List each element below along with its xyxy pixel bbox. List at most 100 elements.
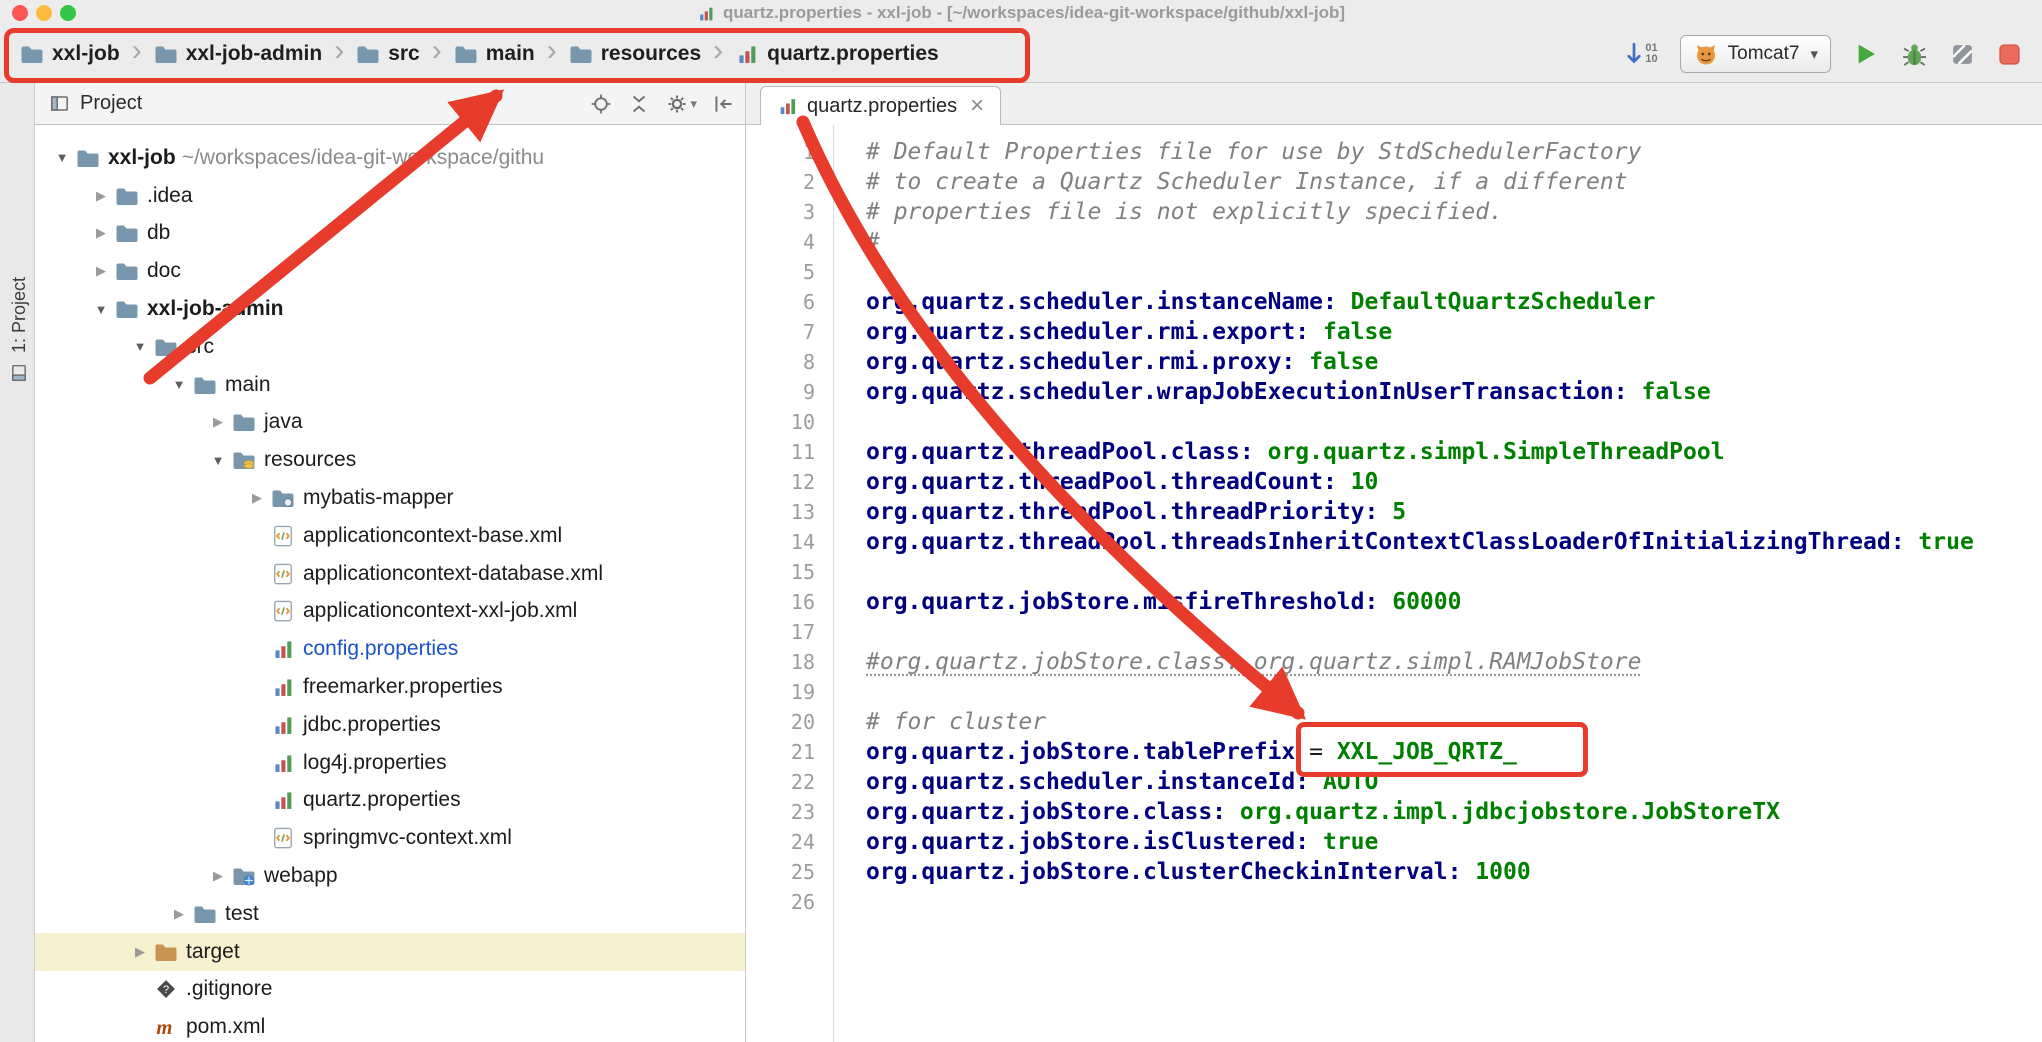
hide-panel-button[interactable] bbox=[713, 93, 735, 115]
minimize-window-button[interactable] bbox=[36, 5, 52, 21]
debug-button[interactable] bbox=[1901, 41, 1928, 68]
project-panel-icon bbox=[10, 363, 28, 383]
line-number: 26 bbox=[746, 887, 833, 917]
tree-item-springmvc-context.xml[interactable]: springmvc-context.xml bbox=[35, 819, 745, 857]
tree-item-pom.xml[interactable]: mpom.xml bbox=[35, 1008, 745, 1042]
editor[interactable]: 1234567891011121314151617181920212223242… bbox=[746, 125, 2042, 1042]
run-button[interactable] bbox=[1853, 41, 1879, 67]
svg-text:?: ? bbox=[163, 985, 169, 997]
tree-item-jdbc.properties[interactable]: jdbc.properties bbox=[35, 706, 745, 744]
code-token: false bbox=[1323, 319, 1392, 345]
chevron-collapsed-icon[interactable]: ▶ bbox=[243, 490, 271, 506]
code-token: org.quartz.threadPool.threadsInheritCont… bbox=[866, 529, 1905, 555]
tree-item-freemarker.properties[interactable]: freemarker.properties bbox=[35, 668, 745, 706]
tree-item-xxl-job-admin[interactable]: ▼ xxl-job-admin bbox=[35, 290, 745, 328]
tree-item-src[interactable]: ▼src bbox=[35, 328, 745, 366]
tree-item-java[interactable]: ▶ java bbox=[35, 404, 745, 442]
line-number: 21 bbox=[746, 737, 833, 767]
coverage-button[interactable] bbox=[1950, 42, 1975, 67]
breadcrumb-item-xxl-job-admin[interactable]: xxl-job-admin bbox=[154, 42, 323, 66]
chevron-collapsed-icon[interactable]: ▶ bbox=[87, 263, 115, 279]
tree-item-applicationcontext-xxl-job.xml[interactable]: applicationcontext-xxl-job.xml bbox=[35, 593, 745, 631]
stop-button[interactable] bbox=[1997, 42, 2022, 67]
chevron-collapsed-icon[interactable]: ▶ bbox=[126, 944, 154, 960]
breadcrumb-item-main[interactable]: main bbox=[454, 42, 535, 66]
editor-tab-bar: quartz.properties × bbox=[746, 83, 2042, 125]
code-token bbox=[1295, 349, 1309, 375]
code-line: org.quartz.threadPool.threadPriority: 5 bbox=[866, 497, 2042, 527]
close-tab-icon[interactable]: × bbox=[970, 94, 984, 118]
tree-item-label: xxl-job-admin bbox=[147, 297, 284, 321]
folder-resources-icon bbox=[232, 449, 256, 471]
tree-item-webapp[interactable]: ▶webapp bbox=[35, 857, 745, 895]
chevron-collapsed-icon[interactable]: ▶ bbox=[204, 414, 232, 430]
line-number: 9 bbox=[746, 377, 833, 407]
tab-quartz-properties[interactable]: quartz.properties × bbox=[760, 86, 1001, 125]
chevron-collapsed-icon[interactable]: ▶ bbox=[87, 225, 115, 241]
chevron-collapsed-icon[interactable]: ▶ bbox=[87, 188, 115, 204]
chevron-expanded-icon[interactable]: ▼ bbox=[87, 302, 115, 317]
tree-item-mybatis-mapper[interactable]: ▶mybatis-mapper bbox=[35, 479, 745, 517]
code-token: org.quartz.scheduler.rmi.proxy: bbox=[866, 349, 1295, 375]
run-configuration-select[interactable]: Tomcat7 ▾ bbox=[1680, 35, 1831, 73]
breadcrumb-item-quartz.properties[interactable]: quartz.properties bbox=[735, 42, 939, 66]
tree-item-.gitignore[interactable]: ?.gitignore bbox=[35, 971, 745, 1009]
tree-item-log4j.properties[interactable]: log4j.properties bbox=[35, 744, 745, 782]
code-token: org.quartz.threadPool.threadCount: bbox=[866, 469, 1337, 495]
tree-item-label: java bbox=[264, 410, 303, 434]
tree-item-applicationcontext-database.xml[interactable]: applicationcontext-database.xml bbox=[35, 555, 745, 593]
zoom-window-button[interactable] bbox=[60, 5, 76, 21]
code-token: org.quartz.jobStore.misfireThreshold: bbox=[866, 589, 1378, 615]
tree-item-resources[interactable]: ▼resources bbox=[35, 441, 745, 479]
code-line: org.quartz.jobStore.isClustered: true bbox=[866, 827, 2042, 857]
tree-item-test[interactable]: ▶test bbox=[35, 895, 745, 933]
breadcrumb-label: resources bbox=[601, 42, 701, 66]
scroll-from-source-button[interactable] bbox=[590, 93, 612, 115]
chevron-collapsed-icon[interactable]: ▶ bbox=[204, 868, 232, 884]
breadcrumb-item-xxl-job[interactable]: xxl-job bbox=[20, 42, 120, 66]
code-token: true bbox=[1323, 829, 1378, 855]
code-token: 10 bbox=[1351, 469, 1379, 495]
code-line: # Default Properties file for use by Std… bbox=[866, 137, 2042, 167]
code-line: # to create a Quartz Scheduler Instance,… bbox=[866, 167, 2042, 197]
chevron-expanded-icon[interactable]: ▼ bbox=[126, 339, 154, 354]
line-number: 24 bbox=[746, 827, 833, 857]
line-number: 11 bbox=[746, 437, 833, 467]
project-tool-window-button[interactable]: 1: Project bbox=[0, 207, 35, 387]
titlebar: quartz.properties - xxl-job - [~/workspa… bbox=[0, 0, 2042, 27]
breadcrumb-item-src[interactable]: src bbox=[356, 42, 420, 66]
settings-button[interactable]: ▾ bbox=[666, 93, 697, 115]
chevron-expanded-icon[interactable]: ▼ bbox=[165, 377, 193, 392]
tree-item-xxl-job[interactable]: ▼xxl-job~/workspaces/idea-git-workspace/… bbox=[35, 139, 745, 177]
tree-item-applicationcontext-base.xml[interactable]: applicationcontext-base.xml bbox=[35, 517, 745, 555]
tree-item-config.properties[interactable]: config.properties bbox=[35, 630, 745, 668]
breadcrumb-label: quartz.properties bbox=[767, 42, 939, 66]
chevron-collapsed-icon[interactable]: ▶ bbox=[165, 906, 193, 922]
code-token: true bbox=[1918, 529, 1973, 555]
properties-icon bbox=[271, 714, 295, 736]
tree-item-db[interactable]: ▶db bbox=[35, 215, 745, 253]
tree-item-quartz.properties[interactable]: quartz.properties bbox=[35, 782, 745, 820]
tree-item-doc[interactable]: ▶doc bbox=[35, 252, 745, 290]
close-window-button[interactable] bbox=[12, 5, 28, 21]
breadcrumb-item-resources[interactable]: resources bbox=[569, 42, 701, 66]
tree-item-label: log4j.properties bbox=[303, 751, 447, 775]
tree-item-.idea[interactable]: ▶ .idea bbox=[35, 177, 745, 215]
gitignore-icon: ? bbox=[154, 978, 178, 1000]
project-tree[interactable]: ▼xxl-job~/workspaces/idea-git-workspace/… bbox=[35, 125, 746, 1042]
collapse-all-button[interactable] bbox=[628, 93, 650, 115]
line-number: 1 bbox=[746, 137, 833, 167]
tree-item-label: applicationcontext-database.xml bbox=[303, 562, 603, 586]
tree-item-label: .idea bbox=[147, 184, 193, 208]
chevron-expanded-icon[interactable]: ▼ bbox=[48, 150, 76, 165]
code-token bbox=[1309, 829, 1323, 855]
project-panel-title: Project bbox=[80, 92, 142, 115]
editor-code[interactable]: # Default Properties file for use by Std… bbox=[834, 125, 2042, 1042]
tree-item-target[interactable]: ▶target bbox=[35, 933, 745, 971]
code-line: org.quartz.scheduler.rmi.proxy: false bbox=[866, 347, 2042, 377]
code-line bbox=[866, 887, 2042, 917]
tree-item-main[interactable]: ▼main bbox=[35, 366, 745, 404]
editor-gutter[interactable]: 1234567891011121314151617181920212223242… bbox=[746, 125, 834, 1042]
chevron-expanded-icon[interactable]: ▼ bbox=[204, 453, 232, 468]
sort-numeric-icon[interactable]: 01 10 bbox=[1624, 42, 1657, 66]
